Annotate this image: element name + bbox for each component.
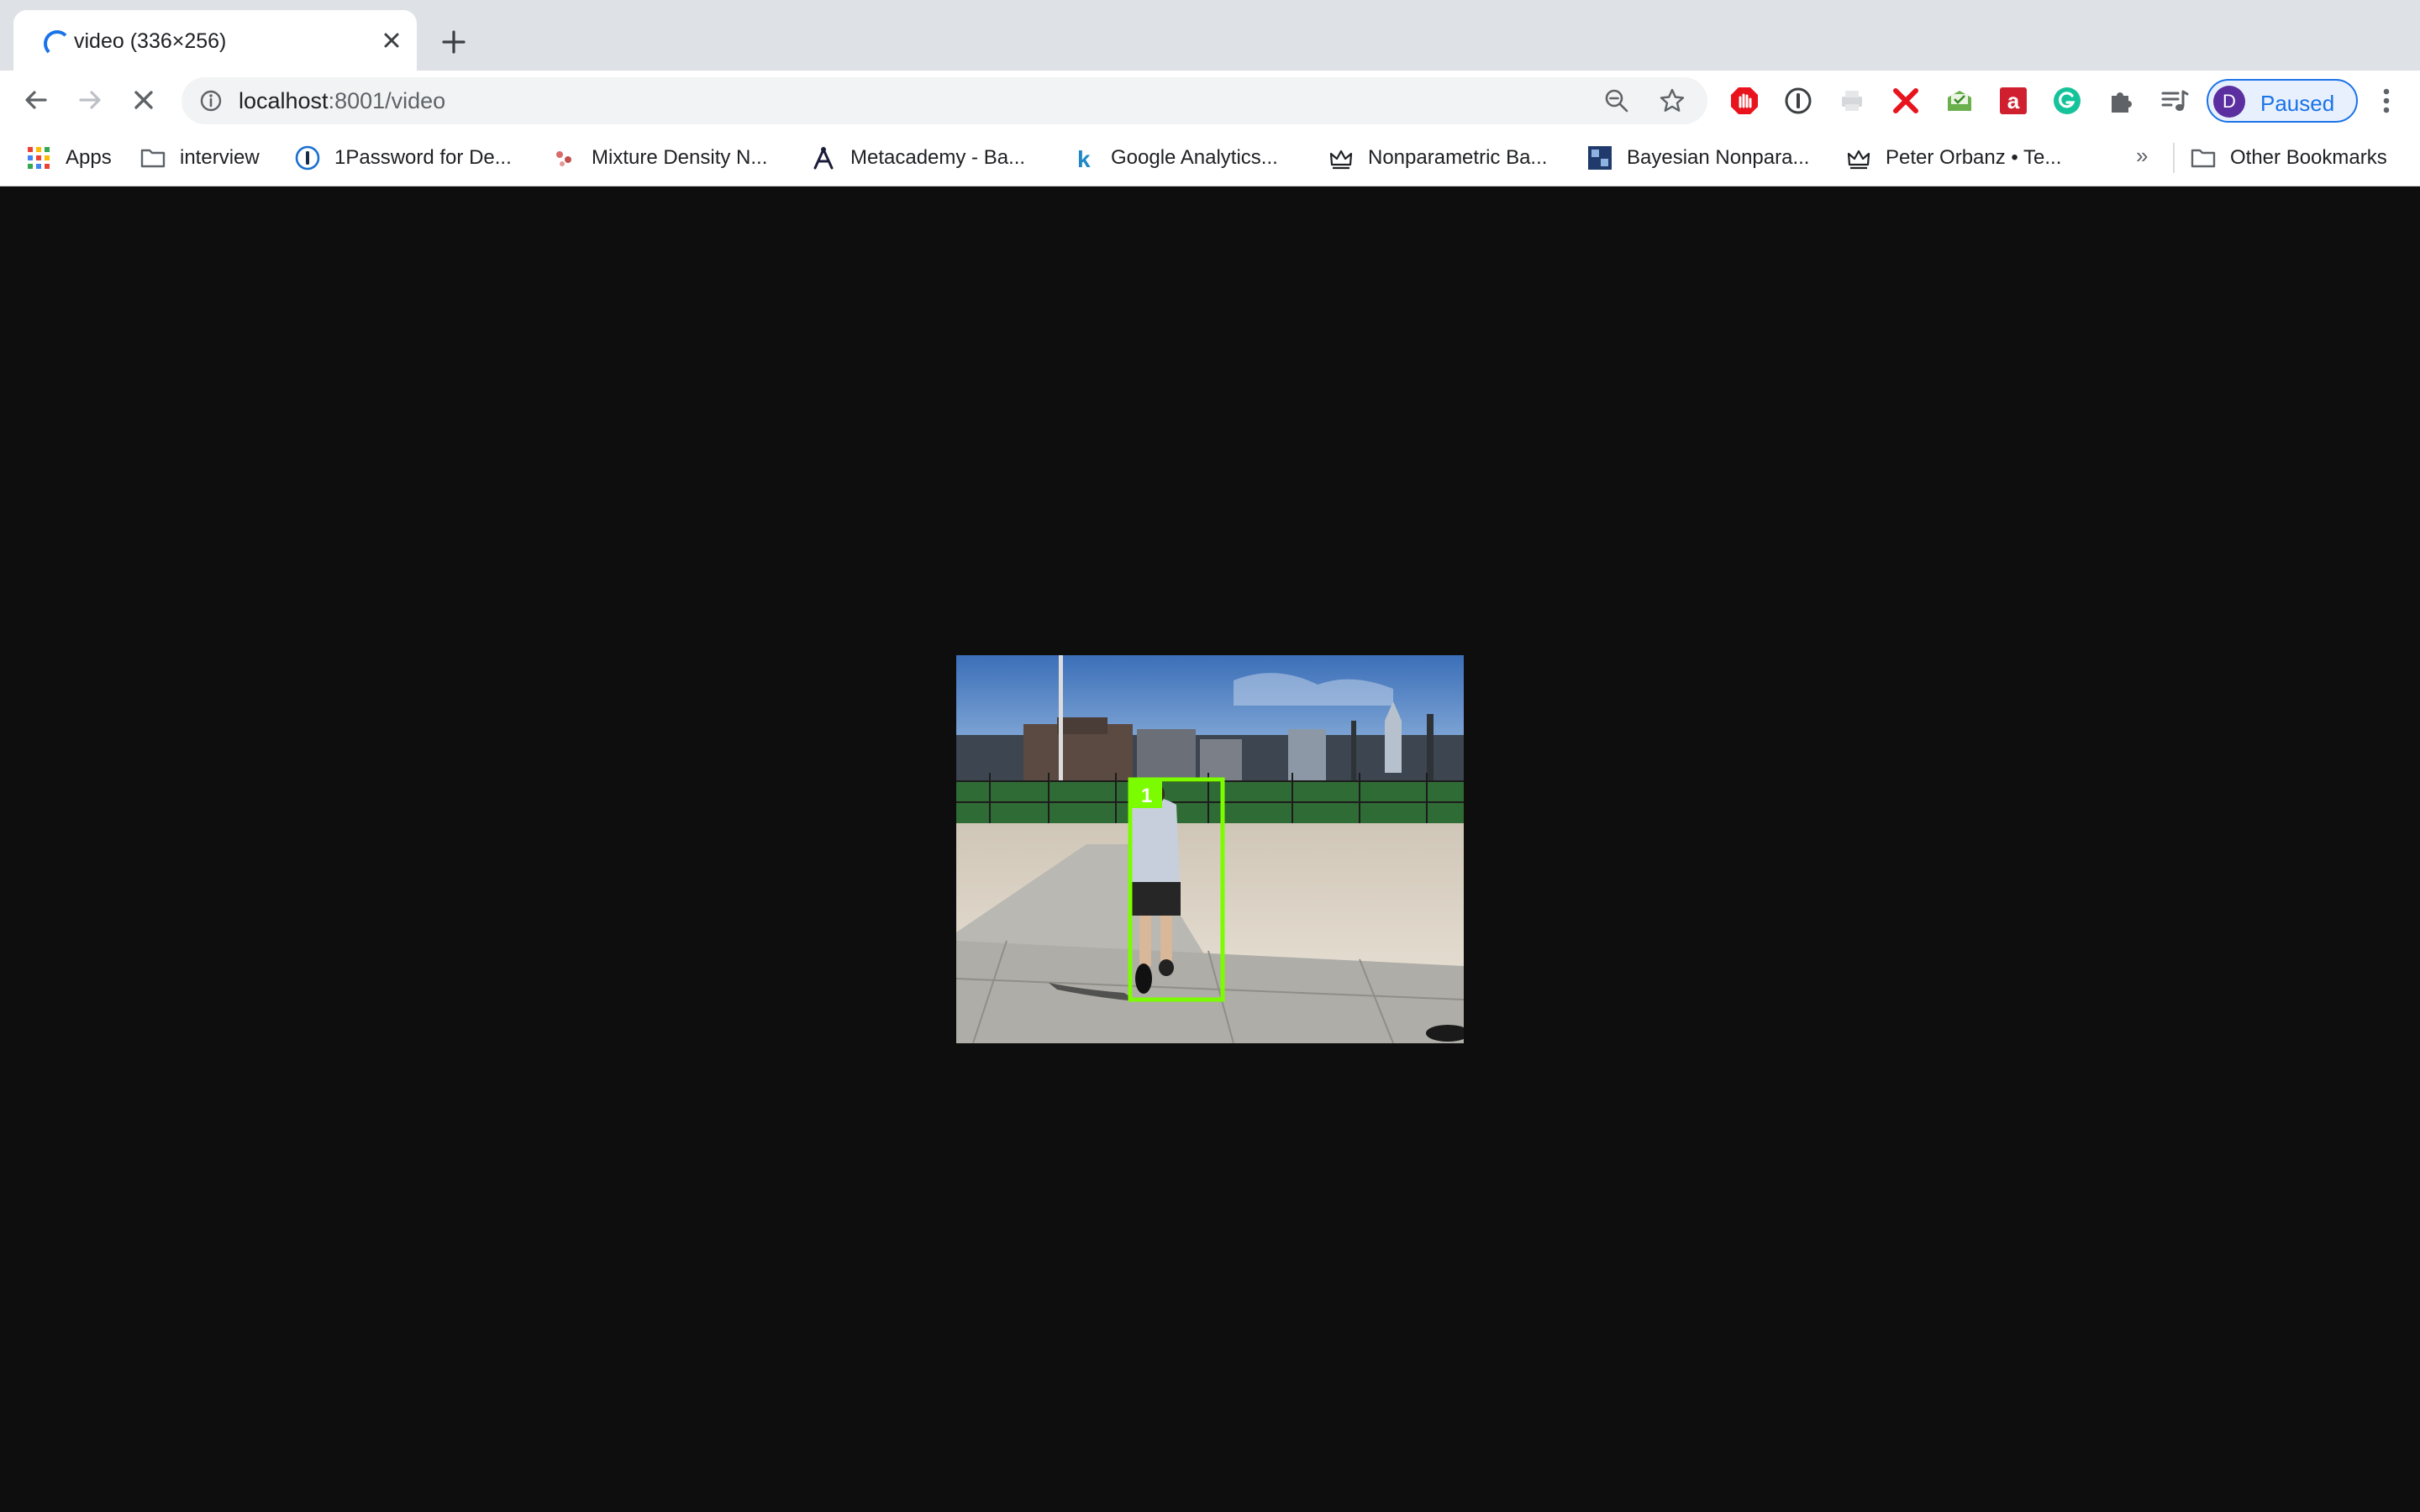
bookmark-peter-orbanz[interactable]: Peter Orbanz • Te...: [1845, 144, 2061, 171]
back-arrow-icon: [25, 91, 47, 109]
stop-x-icon: [134, 91, 153, 109]
folder-icon: [140, 149, 166, 168]
media-controls-icon[interactable]: [2160, 86, 2190, 116]
bookmark-bayesian-nonparametric[interactable]: Bayesian Nonpara...: [1586, 144, 1809, 171]
apps-grid-icon: [28, 147, 50, 169]
1password-icon: [295, 145, 320, 171]
bookmark-label: Google Analytics...: [1111, 146, 1278, 169]
crown-icon: [1329, 150, 1353, 170]
adblock-extension-icon[interactable]: [1729, 86, 1760, 116]
bookmark-label: Bayesian Nonpara...: [1627, 146, 1810, 169]
bookmarks-overflow-button[interactable]: »: [2136, 143, 2148, 169]
kebab-menu-icon[interactable]: [2371, 84, 2402, 118]
bookmark-mixture-density[interactable]: Mixture Density N...: [551, 144, 767, 171]
bookmark-label: Metacademy - Ba...: [850, 146, 1026, 169]
bookmark-metacademy[interactable]: Metacademy - Ba...: [810, 144, 1025, 171]
bookmark-label: interview: [180, 146, 260, 169]
extensions-puzzle-icon[interactable]: [2106, 86, 2136, 116]
metacademy-icon: [813, 146, 834, 170]
tab-strip: video (336×256): [0, 0, 2420, 71]
forward-arrow-icon: [79, 91, 101, 109]
bookmarks-bar: Apps interview 1Password for De... Mixtu…: [0, 129, 2420, 186]
bayesian-site-icon: [1588, 146, 1612, 170]
profile-status-label: Paused: [2260, 91, 2335, 116]
site-info-icon[interactable]: [198, 88, 224, 113]
mixture-density-icon: [556, 151, 571, 166]
bookmarks-divider: [2173, 143, 2175, 173]
forward-button[interactable]: [72, 82, 108, 118]
stop-loading-button[interactable]: [126, 82, 161, 118]
loading-spinner-icon: [44, 30, 71, 57]
url-host: localhost: [239, 88, 329, 113]
printer-extension-icon[interactable]: [1837, 86, 1867, 116]
bookmark-star-icon[interactable]: [1659, 87, 1686, 114]
video-frame[interactable]: 1: [956, 655, 1464, 1043]
bookmark-label: Mixture Density N...: [592, 146, 768, 169]
bookmark-nonparametric[interactable]: Nonparametric Ba...: [1328, 144, 1547, 171]
grass-field: [956, 781, 1464, 827]
tab-video[interactable]: video (336×256): [13, 10, 417, 71]
folder-icon: [2191, 149, 2216, 168]
bookmark-google-analytics[interactable]: k Google Analytics...: [1071, 144, 1278, 171]
k-icon: k: [1077, 146, 1091, 171]
bookmark-label: Nonparametric Ba...: [1368, 146, 1548, 169]
page-content: 1: [0, 186, 2420, 1512]
a-square-extension-icon[interactable]: a: [1998, 86, 2028, 116]
profile-button[interactable]: D Paused: [2207, 79, 2358, 123]
bookmark-apps[interactable]: Apps: [25, 144, 112, 171]
tab-title: video (336×256): [74, 29, 227, 53]
bookmark-folder-interview[interactable]: interview: [139, 144, 260, 171]
zoom-out-icon[interactable]: [1603, 87, 1630, 114]
bookmark-label: Apps: [66, 146, 112, 169]
mail-check-extension-icon[interactable]: [1944, 86, 1975, 116]
crown-icon: [1847, 150, 1870, 170]
bookmark-folder-other[interactable]: Other Bookmarks: [2190, 144, 2387, 171]
url-text[interactable]: localhost:8001/video: [239, 88, 445, 114]
bookmark-label: Peter Orbanz • Te...: [1886, 146, 2062, 169]
detection-label: 1: [1141, 785, 1152, 807]
url-path: :8001/video: [328, 88, 446, 113]
bookmark-label: 1Password for De...: [334, 146, 512, 169]
address-bar[interactable]: localhost:8001/video: [182, 77, 1707, 124]
other-bookmarks-label: Other Bookmarks: [2230, 146, 2387, 169]
svg-text:k: k: [1077, 146, 1091, 171]
new-tab-button[interactable]: [439, 27, 469, 57]
avatar: D: [2213, 86, 2245, 118]
close-tab-icon[interactable]: [378, 27, 405, 54]
browser-toolbar: localhost:8001/video a D Paused: [0, 71, 2420, 129]
svg-text:a: a: [2007, 88, 2020, 113]
red-x-extension-icon[interactable]: [1891, 86, 1921, 116]
back-button[interactable]: [18, 82, 54, 118]
1password-extension-icon[interactable]: [1783, 86, 1813, 116]
bookmark-1password[interactable]: 1Password for De...: [294, 144, 512, 171]
grammarly-extension-icon[interactable]: [2052, 86, 2082, 116]
